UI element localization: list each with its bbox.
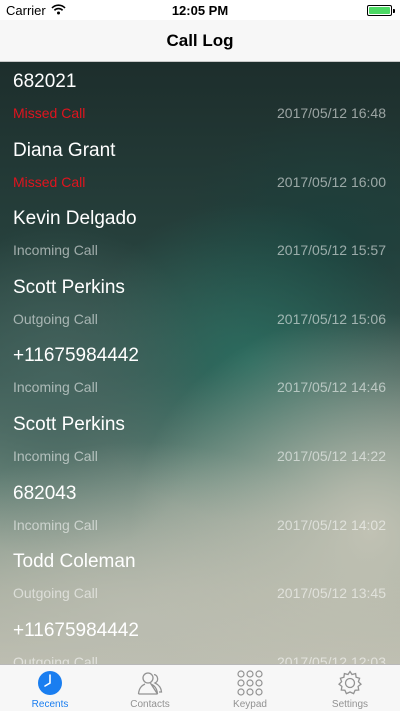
call-time: 2017/05/12 15:57 xyxy=(277,242,386,259)
call-row[interactable]: +11675984442 Incoming Call 2017/05/12 14… xyxy=(0,336,400,405)
call-type: Missed Call xyxy=(13,105,86,121)
page-title: Call Log xyxy=(166,31,234,50)
call-time: 2017/05/12 14:22 xyxy=(277,448,386,464)
call-name: Scott Perkins xyxy=(13,276,125,298)
keypad-icon xyxy=(237,670,263,696)
call-name: +11675984442 xyxy=(13,345,139,367)
tab-label: Settings xyxy=(331,699,369,710)
call-name: 682021 xyxy=(13,71,77,92)
call-name: Todd Coleman xyxy=(13,551,136,573)
battery-icon xyxy=(367,5,395,16)
call-row[interactable]: Kevin Delgado Incoming Call 2017/05/12 1… xyxy=(0,199,400,268)
tab-settings[interactable]: Settings xyxy=(300,665,400,711)
call-name: Diana Grant xyxy=(13,139,116,161)
call-row[interactable]: Diana Grant Missed Call 2017/05/12 16:00 xyxy=(0,131,400,200)
call-row[interactable]: +11675984442 Outgoing Call 2017/05/12 12… xyxy=(0,611,400,664)
call-time: 2017/05/12 15:06 xyxy=(277,310,386,327)
call-name: +11675984442 xyxy=(13,619,139,641)
call-row[interactable]: 682021 Missed Call 2017/05/12 16:48 xyxy=(0,62,400,131)
tab-label: Contacts xyxy=(130,699,170,710)
tab-contacts[interactable]: Contacts xyxy=(100,665,200,711)
status-time: 12:05 PM xyxy=(171,3,229,18)
call-row[interactable]: Scott Perkins Outgoing Call 2017/05/12 1… xyxy=(0,268,400,337)
call-row[interactable]: Todd Coleman Outgoing Call 2017/05/12 13… xyxy=(0,542,400,611)
call-type: Incoming Call xyxy=(13,242,98,259)
call-time: 2017/05/12 14:46 xyxy=(277,379,386,396)
call-type: Outgoing Call xyxy=(13,585,98,602)
call-row[interactable]: 682043 Incoming Call 2017/05/12 14:02 xyxy=(0,474,400,543)
call-type: Outgoing Call xyxy=(13,310,98,327)
call-name: Kevin Delgado xyxy=(13,208,137,230)
tab-recents[interactable]: Recents xyxy=(0,665,100,711)
call-name: Scott Perkins xyxy=(13,414,125,435)
navigation-bar: Call Log xyxy=(0,20,400,62)
tab-label: Keypad xyxy=(233,699,267,710)
call-time: 2017/05/12 13:45 xyxy=(277,585,386,602)
call-time: 2017/05/12 12:03 xyxy=(277,653,386,664)
contacts-icon xyxy=(137,670,163,696)
call-type: Outgoing Call xyxy=(13,653,98,664)
call-time: 2017/05/12 16:00 xyxy=(277,173,386,190)
call-type: Missed Call xyxy=(13,173,86,190)
call-type: Incoming Call xyxy=(13,516,98,533)
call-type: Incoming Call xyxy=(13,448,98,464)
call-type: Incoming Call xyxy=(13,379,98,396)
call-time: 2017/05/12 16:48 xyxy=(277,105,386,121)
tab-label: Recents xyxy=(31,699,69,710)
call-time: 2017/05/12 14:02 xyxy=(277,516,386,533)
call-log-list[interactable]: 682021 Missed Call 2017/05/12 16:48 Dian… xyxy=(0,62,400,664)
clock-icon xyxy=(37,670,63,696)
tab-keypad[interactable]: Keypad xyxy=(200,665,300,711)
call-row[interactable]: Scott Perkins Incoming Call 2017/05/12 1… xyxy=(0,405,400,474)
status-bar: Carrier 12:05 PM xyxy=(0,0,400,20)
gear-icon xyxy=(337,670,363,696)
call-name: 682043 xyxy=(13,482,77,504)
tab-bar: Recents Contacts Keypad Settings xyxy=(0,664,400,711)
